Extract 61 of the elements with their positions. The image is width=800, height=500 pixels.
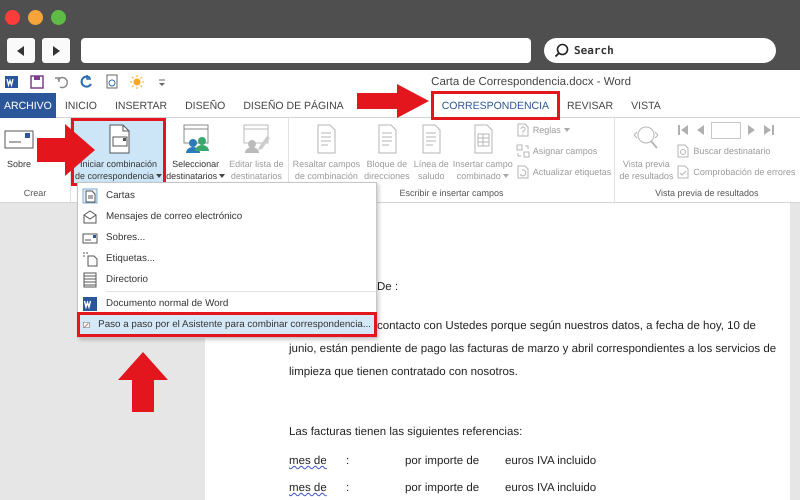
document-text: Las facturas tienen las siguientes referencias: (289, 425, 524, 440)
save-icon[interactable] (29, 74, 45, 90)
menu-item[interactable]: Directorio (79, 269, 375, 290)
document-text: : (346, 481, 350, 496)
forward-button[interactable] (42, 38, 70, 63)
list-edit-icon (241, 124, 272, 154)
caret-icon (156, 174, 162, 178)
ribbon-tab[interactable]: CORRESPONDENCIA (432, 93, 558, 118)
menu-item[interactable]: Etiquetas... (79, 248, 375, 269)
ribbon-tab[interactable]: REVISAR (558, 93, 622, 118)
word-icon (82, 296, 98, 312)
menu-item[interactable]: Mensajes de correo electrónico (79, 206, 375, 227)
word-icon[interactable] (4, 74, 20, 90)
find-icon (676, 144, 690, 158)
document-text: euros IVA incluido (505, 454, 596, 469)
check-document-icon (676, 165, 690, 179)
document-text: mes de (289, 481, 327, 496)
menu-item[interactable]: Paso a paso por el Asistente para combinar correspondencia... (79, 314, 375, 335)
file-tab[interactable]: ARCHIVO (0, 93, 56, 118)
ribbon-tab[interactable]: INICIO (56, 93, 106, 118)
document-text: por importe de (405, 481, 480, 496)
group-label: Escribir e insertar campos (398, 187, 504, 200)
menu-item[interactable]: Cartas (79, 185, 375, 206)
ribbon-tab[interactable]: DISEÑO (176, 93, 234, 118)
back-icon (15, 44, 27, 56)
ribbon-tab[interactable]: VISTA (622, 93, 670, 118)
ribbon-tab[interactable]: DISEÑO DE PÁGINA (234, 93, 353, 118)
list-icon (82, 272, 98, 288)
document-text: contacto con Ustedes porque según nuestros datos, a fecha de hoy, 10 de (377, 319, 756, 334)
window-control-dot[interactable] (51, 10, 66, 24)
sun-icon[interactable] (129, 74, 145, 90)
people-icon (180, 124, 211, 154)
refresh-document-icon (516, 165, 530, 179)
caret-icon (502, 174, 509, 178)
document-text: limpieza que tienen contratado con nosotros. (289, 365, 519, 380)
ribbon-button[interactable]: Sobre (2, 120, 36, 184)
forward-icon (50, 44, 62, 56)
ribbon-tab[interactable]: INSERTAR (106, 93, 176, 118)
caret-icon (564, 128, 570, 132)
group-label: Crear (22, 187, 48, 200)
window-control-dot[interactable] (28, 10, 43, 24)
document-text: De : (377, 280, 398, 295)
window-title: Carta de Correspondencia.docx - Word (431, 76, 631, 88)
document-text: euros IVA incluido (505, 481, 596, 496)
document-text: junio, están pendiente de pago las facturas de marzo y abril correspondientes a los servicios de (289, 342, 778, 357)
caret-icon (219, 174, 226, 178)
annotation-arrow (118, 352, 168, 412)
document-text: : (346, 454, 350, 469)
labels-icon (82, 250, 98, 266)
group-label: Vista previa de resultados (654, 187, 760, 200)
menu-item[interactable]: Documento normal de Word (79, 293, 375, 314)
envelope-icon (82, 208, 98, 224)
document-text: por importe de (405, 454, 480, 469)
back-button[interactable] (7, 38, 35, 63)
document-icon (82, 188, 98, 204)
document-text: mes de (289, 454, 327, 469)
menu-item[interactable]: Sobres... (79, 227, 375, 248)
window-control-dot[interactable] (5, 10, 20, 24)
search-icon (554, 43, 569, 58)
search-field[interactable]: Search (544, 38, 776, 63)
address-field[interactable] (81, 38, 531, 63)
